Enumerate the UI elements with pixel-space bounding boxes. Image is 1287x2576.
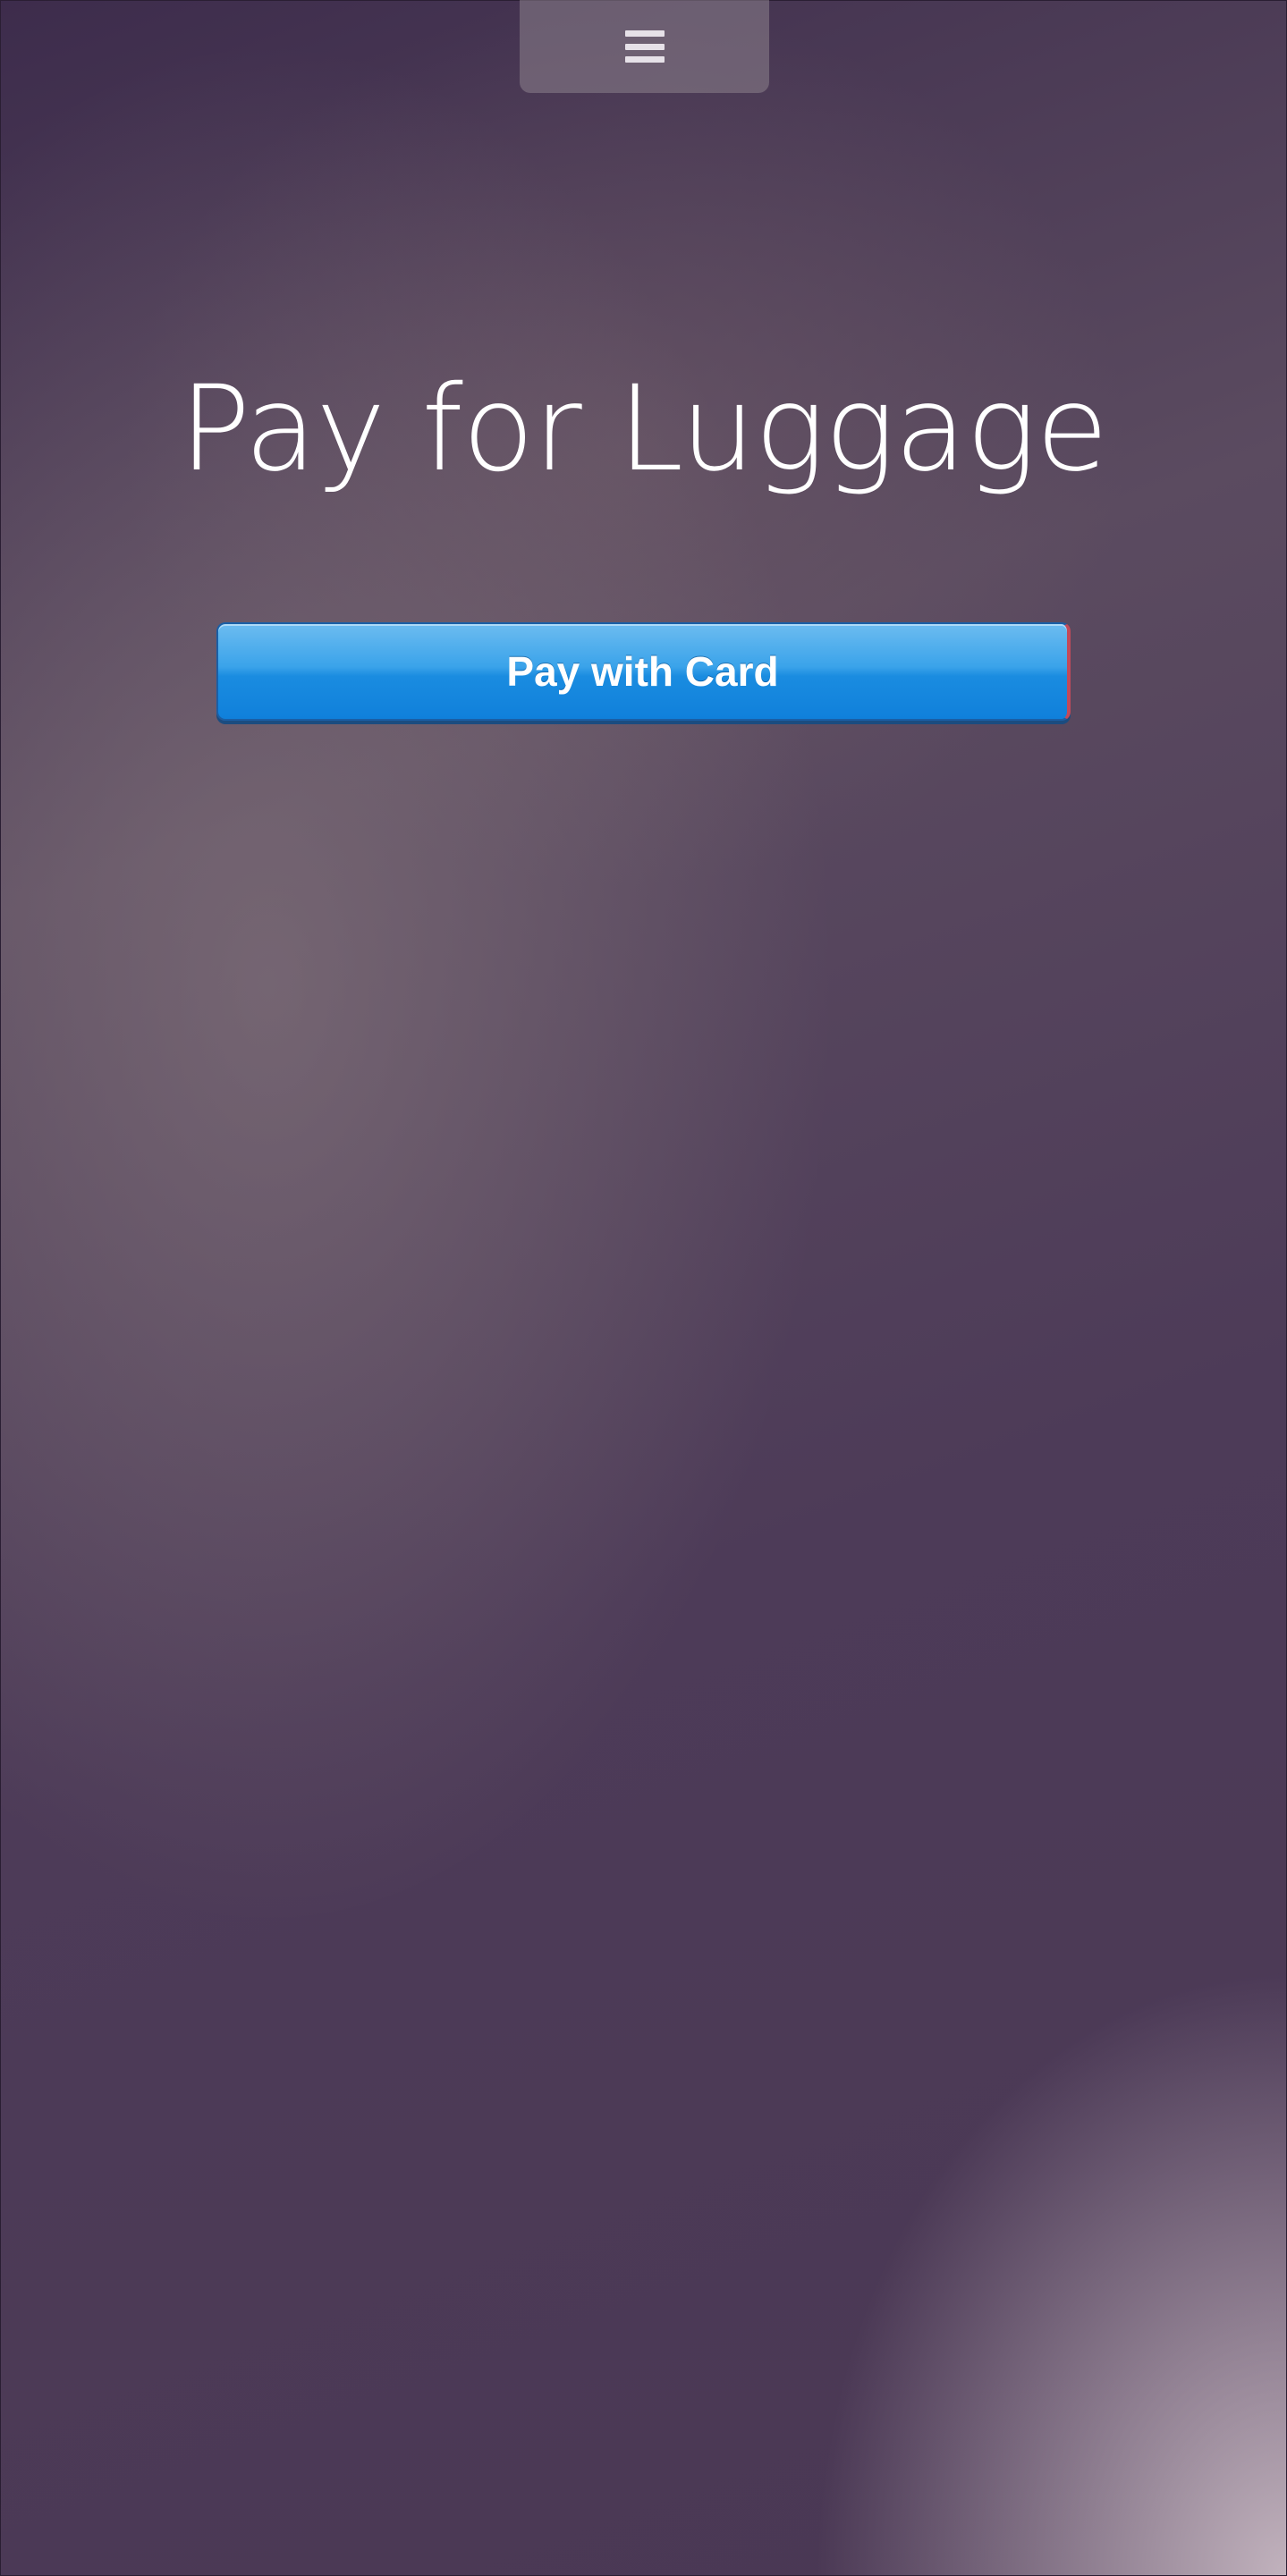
- menu-icon-bar: [624, 43, 665, 50]
- page-title: Pay for Luggage: [179, 360, 1109, 498]
- menu-toggle-button[interactable]: [520, 0, 769, 93]
- menu-icon-bar: [624, 30, 665, 37]
- menu-icon-bar: [624, 56, 665, 63]
- pay-with-card-button[interactable]: Pay with Card: [216, 622, 1071, 721]
- pay-button-label: Pay with Card: [506, 648, 779, 695]
- hamburger-menu-icon: [624, 30, 665, 63]
